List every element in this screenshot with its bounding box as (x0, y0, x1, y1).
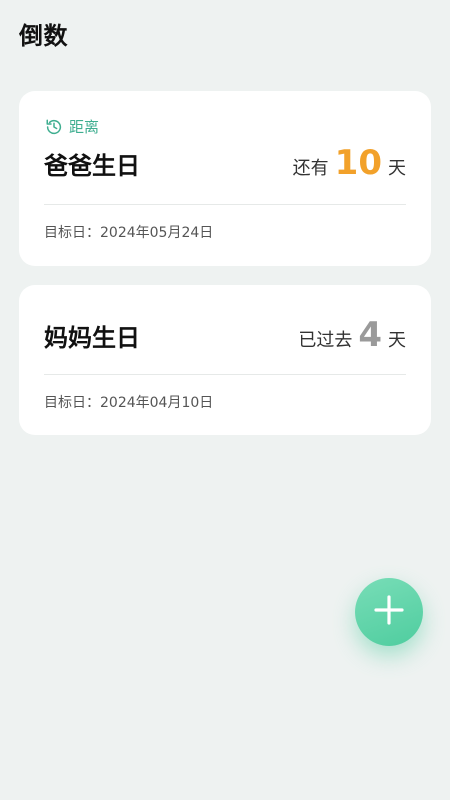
days-unit: 天 (388, 330, 406, 351)
target-date: 目标日：2024年05月24日 (44, 222, 213, 242)
distance-tag-label: 距离 (69, 118, 100, 136)
target-date-label: 目标日： (44, 225, 100, 241)
days-unit: 天 (388, 158, 406, 179)
add-countdown-button[interactable] (355, 578, 423, 646)
plus-icon (372, 593, 406, 631)
divider (44, 204, 406, 205)
target-date-label: 目标日： (44, 395, 100, 411)
target-date-value: 2024年05月24日 (100, 225, 214, 241)
distance-tag: 距离 (45, 116, 99, 137)
countdown-card-mom-birthday[interactable]: 妈妈生日 已过去 4 天 目标日：2024年04月10日 (19, 285, 431, 435)
days-count: 还有 10 天 (293, 143, 406, 183)
history-icon (45, 118, 63, 136)
target-date-value: 2024年04月10日 (100, 395, 214, 411)
days-prefix: 还有 (292, 158, 329, 179)
days-number: 10 (334, 143, 382, 183)
divider (44, 374, 406, 375)
days-prefix: 已过去 (298, 330, 353, 351)
page-title: 倒数 (19, 22, 68, 50)
days-count: 已过去 4 天 (298, 315, 406, 355)
countdown-card-dad-birthday[interactable]: 距离 爸爸生日 还有 10 天 目标日：2024年05月24日 (19, 91, 431, 266)
target-date: 目标日：2024年04月10日 (44, 392, 213, 412)
event-name: 爸爸生日 (44, 152, 140, 180)
days-number: 4 (358, 315, 382, 355)
event-name: 妈妈生日 (44, 324, 140, 352)
